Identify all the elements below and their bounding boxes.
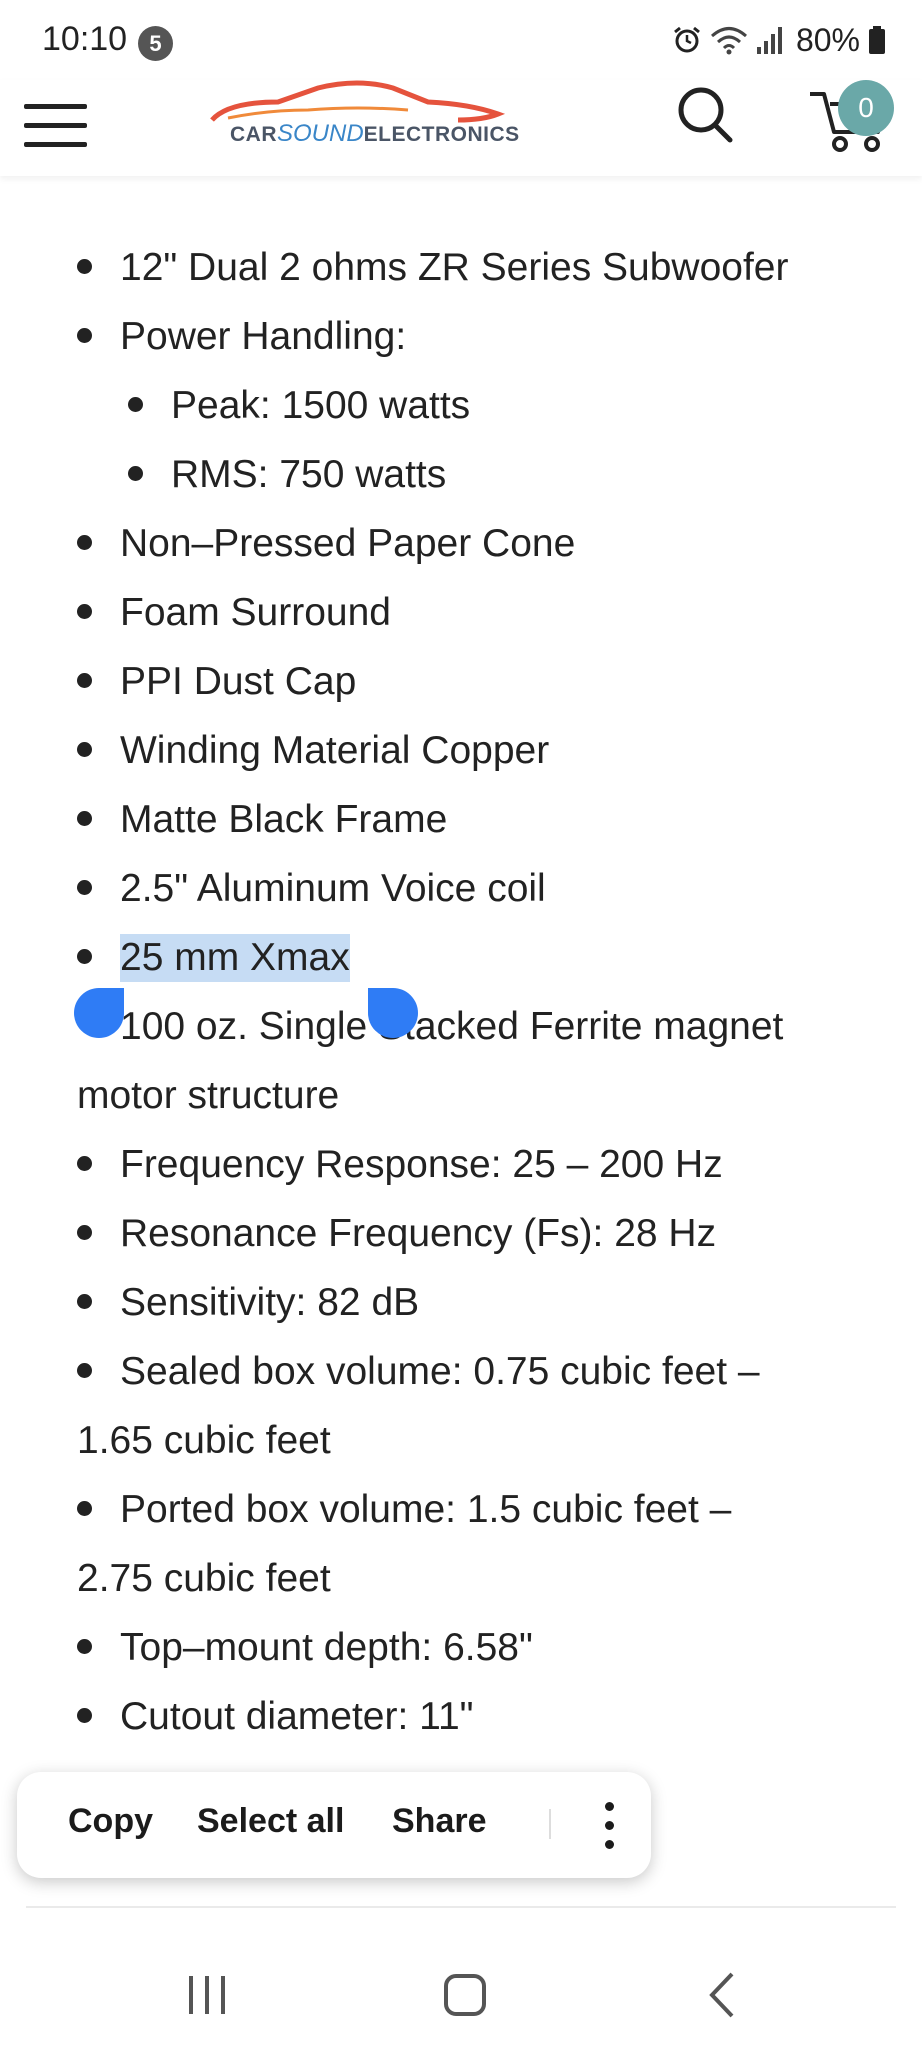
cart-count-badge: 0	[838, 80, 894, 136]
spec-subitem: RMS: 750 watts	[171, 453, 447, 496]
bullet	[77, 604, 92, 619]
bullet	[77, 742, 92, 757]
selection-handle-start[interactable]	[74, 988, 124, 1038]
status-bar: 10:10 5 80%	[0, 0, 922, 80]
spec-item: PPI Dust Cap	[120, 660, 357, 703]
spec-item: Power Handling:	[120, 315, 407, 358]
bullet	[77, 1639, 92, 1654]
menu-divider	[549, 1809, 551, 1839]
logo-sound: SOUND	[277, 120, 364, 147]
select-all-button[interactable]: Select all	[197, 1802, 344, 1841]
bullet	[77, 1363, 92, 1378]
bullet	[77, 949, 92, 964]
spec-item: Frequency Response: 25 – 200 Hz	[120, 1143, 723, 1186]
bullet	[77, 535, 92, 550]
spec-item: Resonance Frequency (Fs): 28 Hz	[120, 1212, 717, 1255]
spec-item: Top–mount depth: 6.58"	[120, 1626, 533, 1669]
spec-item: Matte Black Frame	[120, 798, 448, 841]
selected-text[interactable]: 25 mm Xmax	[120, 934, 350, 982]
recent-apps-icon[interactable]	[182, 1970, 232, 2020]
spec-item: 2.5" Aluminum Voice coil	[120, 867, 546, 910]
signal-icon	[756, 27, 782, 54]
spec-item: 12" Dual 2 ohms ZR Series Subwoofer	[120, 246, 789, 289]
spec-item: Winding Material Copper	[120, 729, 550, 772]
search-icon[interactable]	[672, 80, 738, 160]
spec-item-continued: 1.65 cubic feet	[77, 1419, 331, 1462]
system-nav-bar	[0, 1925, 922, 2048]
spec-item: Sealed box volume: 0.75 cubic feet –	[120, 1350, 760, 1393]
site-header: CARSOUNDELECTRONICS 0	[0, 80, 922, 176]
status-icons: 80%	[672, 20, 886, 60]
notification-count-badge: 5	[138, 26, 173, 61]
bullet	[77, 328, 92, 343]
bullet	[128, 397, 143, 412]
divider	[26, 1906, 896, 1908]
logo-car: CAR	[230, 123, 277, 146]
spec-item-continued: motor structure	[77, 1074, 340, 1117]
battery-icon	[869, 26, 885, 54]
hamburger-menu-icon[interactable]	[24, 90, 88, 160]
carsound-logo[interactable]: CARSOUNDELECTRONICS	[208, 80, 519, 160]
spec-item: Ported box volume: 1.5 cubic feet –	[120, 1488, 732, 1531]
bullet	[77, 1225, 92, 1240]
share-button[interactable]: Share	[392, 1802, 487, 1841]
spec-item: Non–Pressed Paper Cone	[120, 522, 576, 565]
bullet	[77, 1501, 92, 1516]
logo-electronics: ELECTRONICS	[363, 123, 520, 146]
alarm-icon	[674, 26, 700, 53]
selection-handle-end[interactable]	[368, 988, 418, 1038]
status-time: 10:10	[42, 20, 128, 58]
more-options-icon[interactable]	[591, 1796, 627, 1856]
spec-item: Cutout diameter: 11"	[120, 1695, 474, 1738]
home-icon[interactable]	[440, 1970, 490, 2020]
logo-wordmark: CARSOUNDELECTRONICS	[230, 120, 520, 148]
wifi-icon	[710, 27, 747, 55]
back-icon[interactable]	[700, 1970, 750, 2020]
bullet	[77, 1708, 92, 1723]
battery-percentage: 80%	[795, 21, 860, 58]
bullet	[77, 880, 92, 895]
text-selection-menu: Copy Select all Share	[17, 1772, 651, 1878]
bullet	[77, 673, 92, 688]
bullet	[77, 811, 92, 826]
copy-button[interactable]: Copy	[68, 1802, 153, 1841]
spec-subitem: Peak: 1500 watts	[171, 384, 471, 427]
bullet	[77, 259, 92, 274]
bullet	[77, 1294, 92, 1309]
spec-item: Foam Surround	[120, 591, 391, 634]
spec-item: Sensitivity: 82 dB	[120, 1281, 420, 1324]
bullet	[77, 1156, 92, 1171]
spec-item-continued: 2.75 cubic feet	[77, 1557, 331, 1600]
spec-item: 100 oz. Single Stacked Ferrite magnet	[120, 1005, 784, 1048]
bullet	[128, 466, 143, 481]
